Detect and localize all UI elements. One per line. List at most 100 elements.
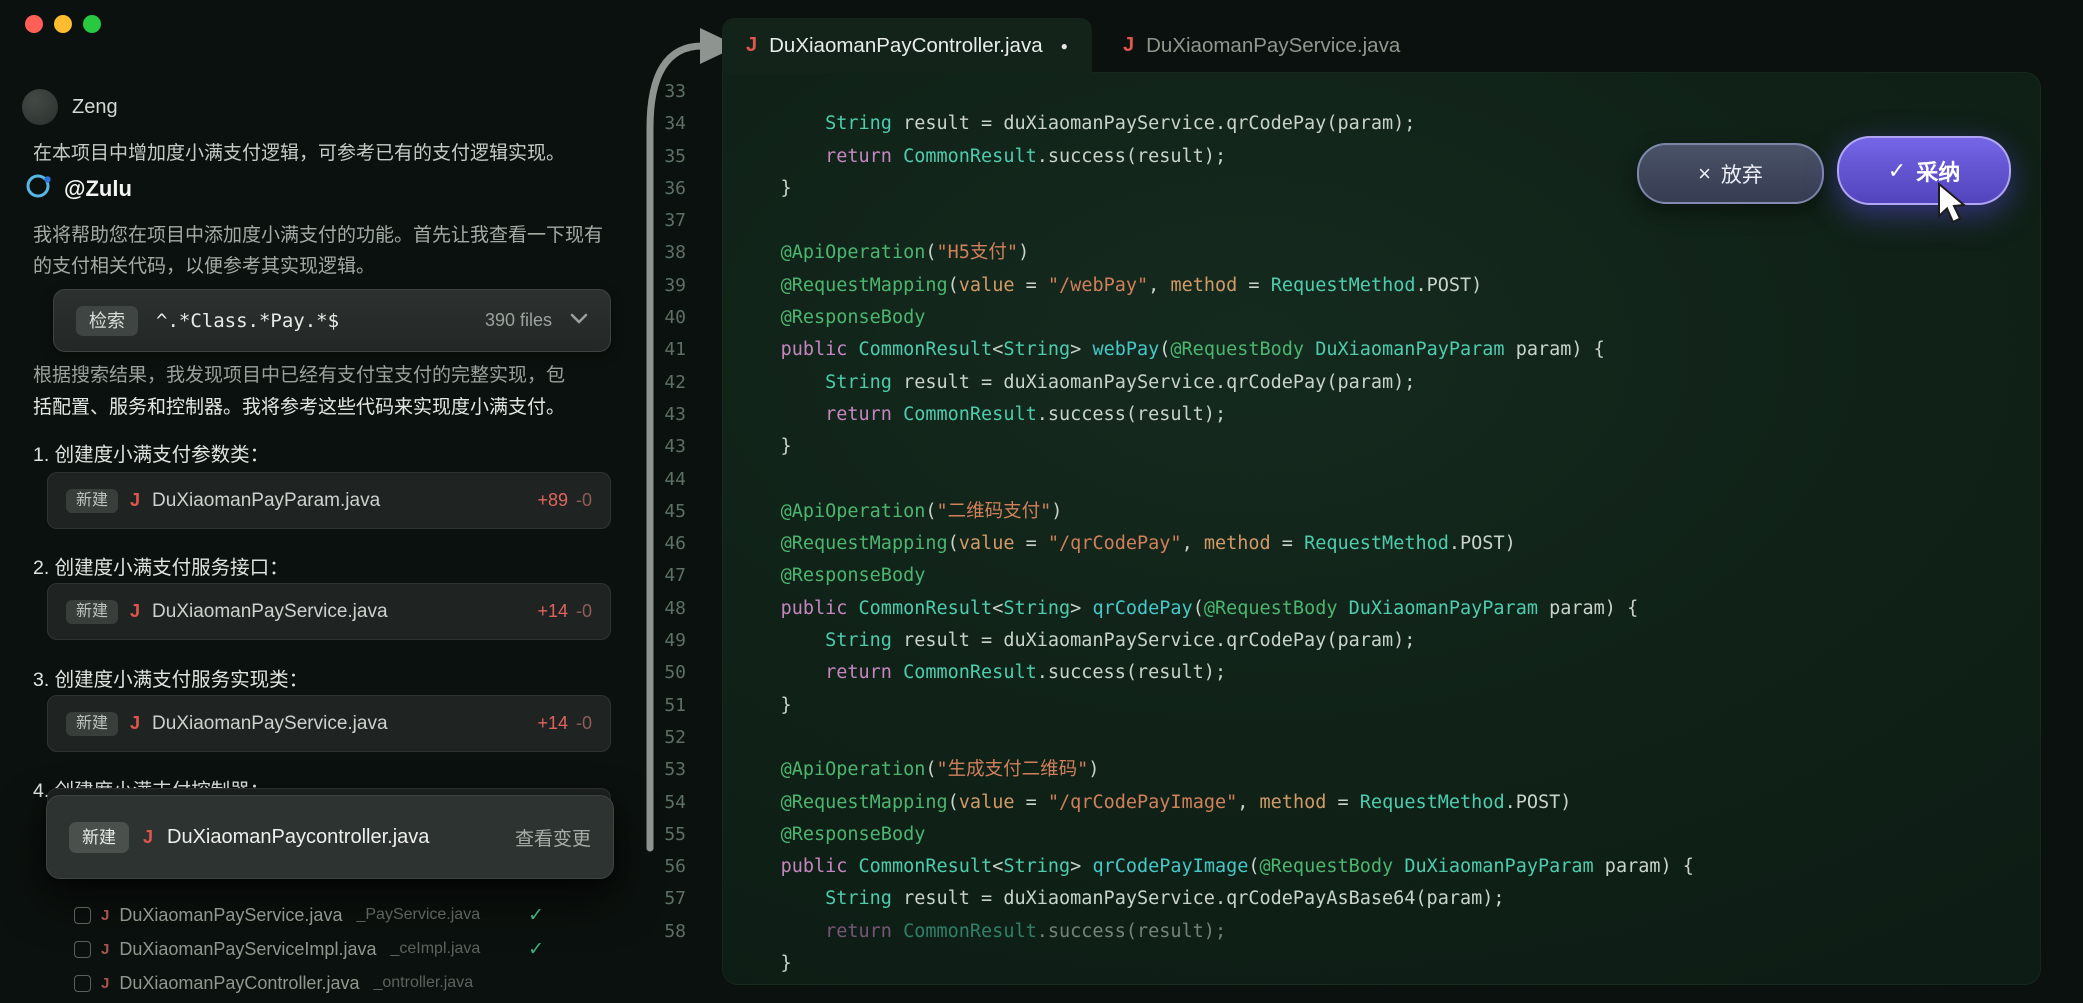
line-number[interactable]: 55 [622, 819, 686, 851]
accept-button[interactable]: ✓ 采纳 [1837, 136, 2011, 205]
line-number[interactable]: 49 [622, 625, 686, 657]
file-card-service[interactable]: 新建 J DuXiaomanPayService.java +14-0 [47, 583, 611, 640]
line-number[interactable]: 58 [622, 916, 686, 948]
file-name: DuXiaomanPayService.java [152, 601, 388, 623]
line-number[interactable]: 46 [622, 528, 686, 560]
line-number[interactable]: 42 [622, 367, 686, 399]
code-line[interactable]: @RequestMapping(value = "/webPay", metho… [736, 270, 1694, 302]
user-name: Zeng [72, 96, 118, 119]
code-line[interactable]: public CommonResult<String> qrCodePayIma… [736, 851, 1694, 883]
line-number[interactable]: 33 [622, 76, 686, 108]
line-number[interactable]: 57 [622, 883, 686, 915]
code-line[interactable]: @RequestMapping(value = "/qrCodePay", me… [736, 528, 1694, 560]
line-number[interactable]: 54 [622, 787, 686, 819]
line-number[interactable]: 50 [622, 657, 686, 689]
user-avatar [22, 89, 58, 125]
code-line[interactable]: @ApiOperation("二维码支付") [736, 496, 1694, 528]
code-line[interactable]: return CommonResult.success(result); [736, 399, 1694, 431]
deletions: -0 [576, 601, 592, 621]
check-icon: ✓ [528, 904, 544, 927]
analysis-line-2: 括配置、服务和控制器。我将参考这些代码来实现度小满支付。 [33, 397, 565, 418]
analysis-line-1: 根据搜索结果，我发现项目中已经有支付宝支付的完整实现，包 [33, 365, 565, 386]
assistant-name: @Zulu [64, 176, 132, 202]
diff-stats: +14-0 [537, 601, 592, 622]
code-line[interactable]: } [736, 690, 1694, 722]
code-line[interactable]: @ResponseBody [736, 819, 1694, 851]
diff-stats: +14-0 [537, 713, 592, 734]
code-line[interactable]: @ResponseBody [736, 560, 1694, 592]
close-window-button[interactable] [25, 15, 43, 33]
line-number[interactable]: 47 [622, 560, 686, 592]
code-line[interactable]: @ApiOperation("生成支付二维码") [736, 754, 1694, 786]
additions: +89 [537, 490, 568, 510]
code-line[interactable] [736, 464, 1694, 496]
code-line[interactable]: } [736, 173, 1694, 205]
line-number[interactable]: 53 [622, 754, 686, 786]
file-card-service-impl[interactable]: 新建 J DuXiaomanPayService.java +14-0 [47, 695, 611, 752]
code-line[interactable]: String result = duXiaomanPayService.qrCo… [736, 883, 1694, 915]
modified-dot-icon: ● [1061, 39, 1068, 53]
line-number[interactable]: 39 [622, 270, 686, 302]
new-badge: 新建 [66, 489, 118, 513]
code-line[interactable]: public CommonResult<String> webPay(@Requ… [736, 334, 1694, 366]
code-line[interactable]: return CommonResult.success(result); [736, 916, 1694, 948]
line-number[interactable]: 44 [622, 464, 686, 496]
code-line[interactable] [736, 205, 1694, 237]
line-number[interactable]: 37 [622, 205, 686, 237]
code-line[interactable]: } [736, 948, 1694, 980]
assistant-intro: 我将帮助您在项目中添加度小满支付的功能。首先让我查看一下现有的支付相关代码，以便… [33, 220, 605, 282]
line-number[interactable]: 43 [622, 399, 686, 431]
code-line[interactable]: @ResponseBody [736, 302, 1694, 334]
code-line[interactable] [736, 76, 1694, 108]
new-badge: 新建 [69, 822, 129, 853]
file-name: DuXiaomanPayService.java [119, 905, 342, 926]
line-number[interactable]: 48 [622, 593, 686, 625]
discard-button[interactable]: × 放弃 [1637, 143, 1824, 204]
tab-controller[interactable]: J DuXiaomanPayController.java ● [722, 18, 1092, 73]
java-file-icon: J [143, 827, 153, 848]
java-file-icon: J [130, 490, 140, 511]
code-line[interactable]: return CommonResult.success(result); [736, 141, 1694, 173]
controller-change-card[interactable]: 新建 J DuXiaomanPaycontroller.java 查看变更 [46, 795, 614, 879]
java-file-icon: J [101, 975, 109, 992]
line-number[interactable]: 40 [622, 302, 686, 334]
search-tool-card[interactable]: 检索 ^.*Class.*Pay.*$ 390 files [53, 289, 611, 352]
view-changes-link[interactable]: 查看变更 [515, 824, 591, 851]
line-number[interactable]: 45 [622, 496, 686, 528]
line-number[interactable]: 52 [622, 722, 686, 754]
created-file-row[interactable]: J DuXiaomanPayServiceImpl.java _ceImpl.j… [74, 934, 544, 964]
file-name: DuXiaomanPayService.java [152, 713, 388, 735]
code-line[interactable]: public CommonResult<String> qrCodePay(@R… [736, 593, 1694, 625]
created-file-row[interactable]: J DuXiaomanPayController.java _ontroller… [74, 968, 544, 998]
created-file-row[interactable]: J DuXiaomanPayService.java _PayService.j… [74, 900, 544, 930]
new-badge: 新建 [66, 712, 118, 736]
code-lines[interactable]: String result = duXiaomanPayService.qrCo… [736, 76, 1694, 980]
minimize-window-button[interactable] [54, 15, 72, 33]
line-number-gutter[interactable]: 3334353637383940414243434445464748495051… [622, 76, 686, 980]
line-number[interactable] [622, 948, 686, 980]
line-number[interactable]: 56 [622, 851, 686, 883]
tab-service[interactable]: J DuXiaomanPayService.java [1113, 18, 1410, 73]
user-message: 在本项目中增加度小满支付逻辑，可参考已有的支付逻辑实现。 [33, 139, 643, 169]
line-number[interactable]: 36 [622, 173, 686, 205]
code-line[interactable]: @RequestMapping(value = "/qrCodePayImage… [736, 787, 1694, 819]
code-line[interactable]: String result = duXiaomanPayService.qrCo… [736, 367, 1694, 399]
code-line[interactable]: @ApiOperation("H5支付") [736, 237, 1694, 269]
line-number[interactable]: 51 [622, 690, 686, 722]
chevron-down-icon[interactable] [570, 312, 588, 330]
code-line[interactable]: String result = duXiaomanPayService.qrCo… [736, 108, 1694, 140]
java-file-icon: J [101, 941, 109, 958]
line-number[interactable]: 43 [622, 431, 686, 463]
zoom-window-button[interactable] [83, 15, 101, 33]
line-number[interactable]: 35 [622, 141, 686, 173]
app-window: Zeng 在本项目中增加度小满支付逻辑，可参考已有的支付逻辑实现。 @Zulu … [0, 0, 2083, 1003]
code-line[interactable]: return CommonResult.success(result); [736, 657, 1694, 689]
assistant-row: @Zulu [24, 172, 132, 205]
line-number[interactable]: 38 [622, 237, 686, 269]
code-line[interactable] [736, 722, 1694, 754]
file-card-param[interactable]: 新建 J DuXiaomanPayParam.java +89-0 [47, 472, 611, 529]
code-line[interactable]: String result = duXiaomanPayService.qrCo… [736, 625, 1694, 657]
line-number[interactable]: 41 [622, 334, 686, 366]
code-line[interactable]: } [736, 431, 1694, 463]
line-number[interactable]: 34 [622, 108, 686, 140]
